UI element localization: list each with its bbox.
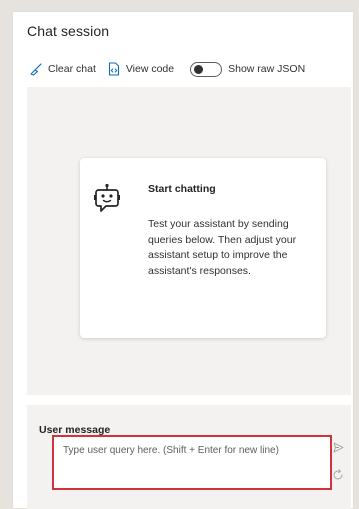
empty-state-title: Start chatting [148,183,216,195]
bot-icon [94,183,120,220]
empty-state-description: Test your assistant by sending queries b… [148,218,297,277]
refresh-icon[interactable] [332,468,344,486]
clear-chat-label: Clear chat [48,63,96,75]
chat-session-panel: Chat session Clear chat View code Show r… [12,11,354,509]
code-file-icon [108,62,120,76]
show-raw-json-toggle[interactable] [190,61,223,77]
toggle-knob [194,65,204,74]
input-actions [331,435,345,491]
send-icon[interactable] [333,440,344,458]
chat-toolbar: Clear chat View code Show raw JSON [29,60,305,78]
user-message-section: User message [27,405,351,509]
clear-chat-button[interactable]: Clear chat [29,62,96,76]
broom-icon [29,62,42,76]
show-raw-json-label: Show raw JSON [228,63,306,75]
view-code-label: View code [125,63,175,75]
user-message-input[interactable] [54,437,330,488]
panel-title: Chat session [27,23,110,39]
view-code-button[interactable]: View code [108,62,174,76]
user-message-box [52,435,332,490]
start-chatting-card: Start chatting Test your assistant by se… [80,158,326,338]
chat-history-area: Start chatting Test your assistant by se… [27,87,351,395]
